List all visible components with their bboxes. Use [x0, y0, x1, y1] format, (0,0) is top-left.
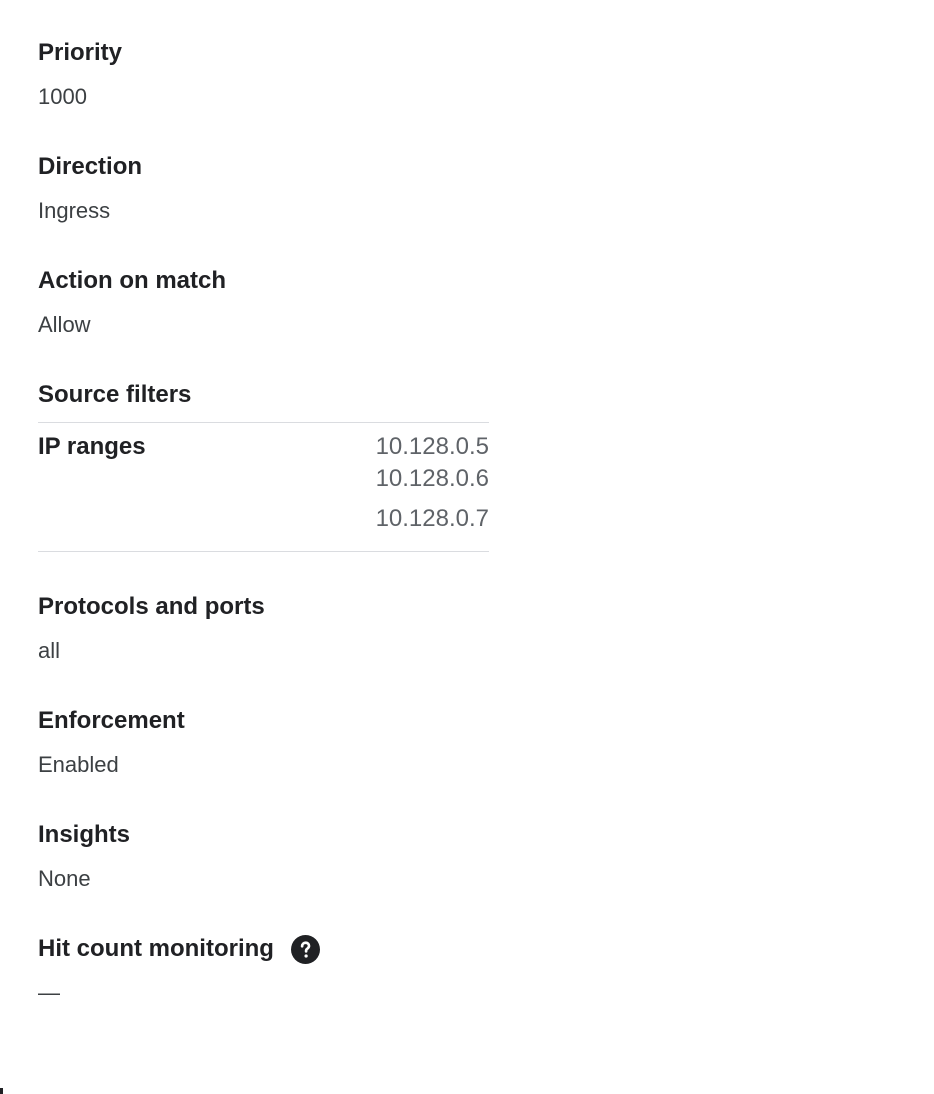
protocols-and-ports-field: Protocols and ports all [38, 592, 489, 666]
protocols-and-ports-label: Protocols and ports [38, 593, 265, 620]
hit-count-monitoring-header: Hit count monitoring [38, 934, 489, 964]
hit-count-monitoring-field: Hit count monitoring — [38, 934, 489, 1008]
enforcement-value: Enabled [38, 752, 119, 777]
direction-field: Direction Ingress [38, 152, 489, 226]
action-on-match-label: Action on match [38, 267, 227, 294]
direction-value: Ingress [38, 198, 111, 223]
enforcement-field: Enforcement Enabled [38, 706, 489, 780]
hit-count-monitoring-value: — [38, 980, 60, 1005]
priority-label: Priority [38, 39, 123, 66]
protocols-and-ports-value: all [38, 638, 61, 663]
source-filters-table: IP ranges 10.128.0.5 10.128.0.6 10.128.0… [38, 422, 489, 552]
help-circle-icon[interactable] [290, 934, 320, 964]
enforcement-label: Enforcement [38, 707, 185, 734]
direction-label: Direction [38, 153, 143, 180]
action-on-match-field: Action on match Allow [38, 266, 489, 340]
ip-ranges-values: 10.128.0.5 10.128.0.6 10.128.0.7 [376, 431, 489, 543]
left-edge-mark [0, 1088, 3, 1094]
action-on-match-value: Allow [38, 312, 91, 337]
source-filters-section: Source filters IP ranges 10.128.0.5 10.1… [38, 380, 489, 552]
priority-field: Priority 1000 [38, 38, 489, 112]
insights-value: None [38, 866, 91, 891]
ip-ranges-label: IP ranges [38, 433, 146, 460]
source-filters-title: Source filters [38, 381, 192, 408]
help-circle-icon-svg [290, 934, 320, 964]
priority-value: 1000 [38, 84, 87, 109]
firewall-rule-details: Priority 1000 Direction Ingress Action o… [38, 38, 489, 1048]
insights-field: Insights None [38, 820, 489, 894]
ip-range-value: 10.128.0.7 [375, 505, 489, 532]
insights-label: Insights [38, 821, 131, 848]
hit-count-monitoring-label: Hit count monitoring [38, 935, 274, 962]
